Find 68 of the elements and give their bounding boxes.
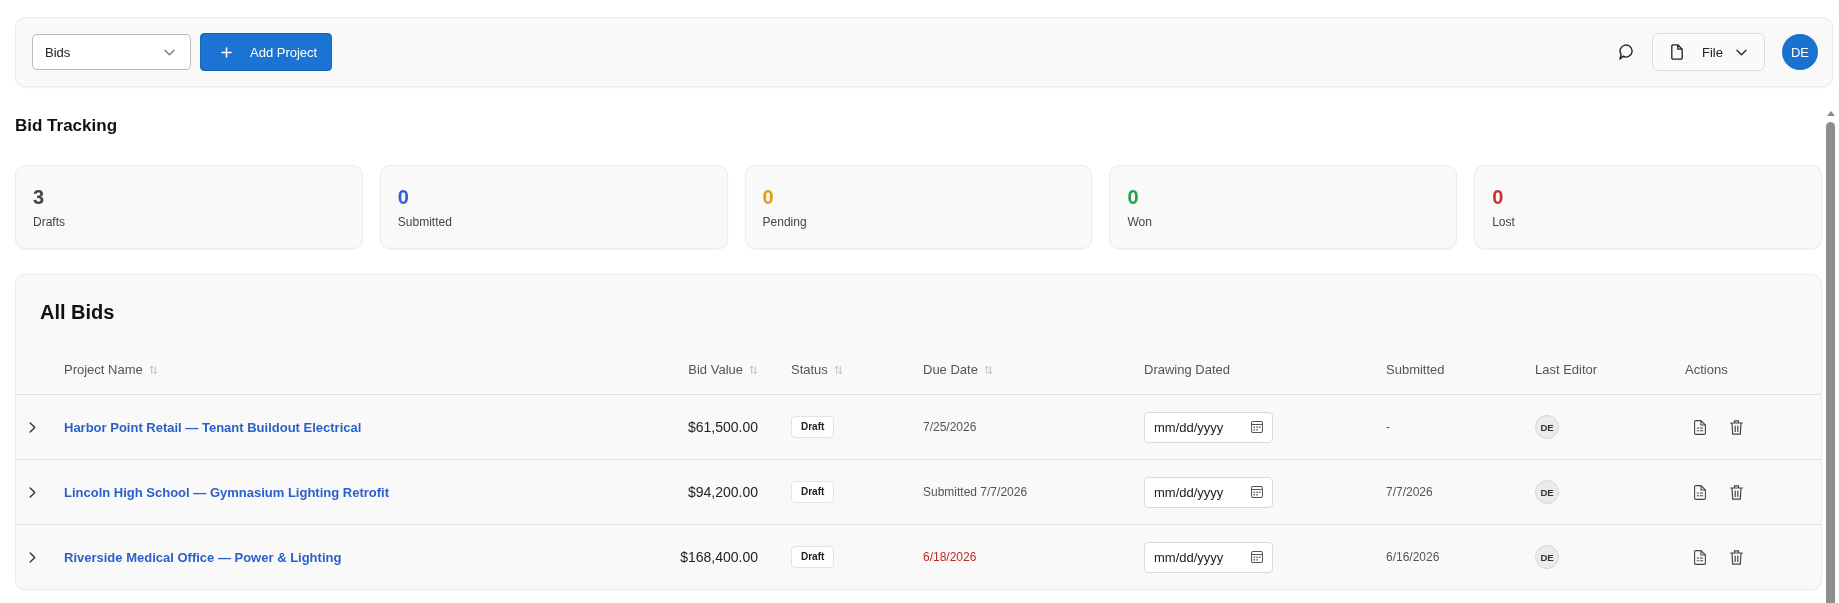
table-title: All Bids <box>40 300 115 325</box>
bid-value: $61,500.00 <box>687 419 758 435</box>
calendar-icon[interactable] <box>1251 421 1263 433</box>
due-date: 6/18/2026 <box>923 550 977 564</box>
editor-avatar: DE <box>1535 415 1559 439</box>
stat-value: 0 <box>397 185 409 209</box>
page-title: Bid Tracking <box>15 115 118 137</box>
column-header: Last Editor <box>1535 362 1598 377</box>
bid-value: $168,400.00 <box>680 549 758 565</box>
stat-label: Pending <box>762 214 807 230</box>
document-icon[interactable] <box>1694 484 1706 500</box>
sort-icon <box>148 364 158 375</box>
trash-icon[interactable] <box>1730 419 1743 435</box>
status-badge: Draft <box>791 416 835 438</box>
bid-value: $94,200.00 <box>687 484 758 500</box>
status-badge: Draft <box>791 481 835 503</box>
column-header[interactable]: Due Date <box>923 362 993 377</box>
scrollbar-thumb[interactable] <box>1826 122 1835 603</box>
project-link[interactable]: Lincoln High School — Gymnasium Lighting Retrofit <box>64 484 389 500</box>
trash-icon[interactable] <box>1730 484 1743 500</box>
stat-label: Submitted <box>397 214 452 230</box>
chevron-right-icon[interactable] <box>29 486 36 498</box>
column-header[interactable]: Project Name <box>64 362 158 377</box>
scroll-up-icon[interactable] <box>1826 111 1835 116</box>
editor-avatar: DE <box>1535 545 1559 569</box>
column-header[interactable]: Bid Value <box>688 362 758 377</box>
sort-icon <box>749 364 758 375</box>
column-header[interactable]: Status <box>791 362 843 377</box>
chevron-right-icon[interactable] <box>29 421 36 433</box>
column-header: Submitted <box>1386 362 1445 377</box>
project-link[interactable]: Harbor Point Retail — Tenant Buildout Electrical <box>64 419 362 435</box>
speech-bubble-icon[interactable] <box>1619 44 1633 60</box>
document-icon[interactable] <box>1694 549 1706 565</box>
stat-label: Won <box>1127 214 1152 230</box>
plus-icon <box>221 46 232 58</box>
calendar-icon[interactable] <box>1251 551 1263 563</box>
due-date: 7/25/2026 <box>923 420 977 434</box>
calendar-icon[interactable] <box>1251 486 1263 498</box>
column-header: Actions <box>1685 362 1728 377</box>
chevron-right-icon[interactable] <box>29 551 36 563</box>
stat-value: 0 <box>762 185 774 209</box>
editor-avatar: DE <box>1535 480 1559 504</box>
sort-icon <box>833 364 843 375</box>
date-field[interactable]: mm/dd/yyyy <box>1144 411 1273 443</box>
submitted-date: - <box>1386 420 1390 434</box>
chevron-down-icon <box>164 48 175 56</box>
due-date: Submitted 7/7/2026 <box>923 485 1028 499</box>
stat-value: 0 <box>1127 185 1139 209</box>
user-avatar[interactable]: DE <box>1782 34 1818 70</box>
column-header: Drawing Dated <box>1144 362 1230 377</box>
submitted-date: 6/16/2026 <box>1386 550 1440 564</box>
date-field[interactable]: mm/dd/yyyy <box>1144 541 1273 573</box>
stat-value: 3 <box>33 185 45 209</box>
file-menu-button[interactable]: File <box>1652 33 1765 71</box>
add-project-button[interactable]: Add Project <box>200 33 332 71</box>
chevron-down-icon <box>1735 48 1747 56</box>
project-link[interactable]: Riverside Medical Office — Power & Lighting <box>64 549 342 565</box>
submitted-date: 7/7/2026 <box>1386 485 1433 499</box>
stat-label: Drafts <box>33 214 65 230</box>
file-icon <box>1671 44 1683 60</box>
sort-icon <box>983 364 993 375</box>
date-field[interactable]: mm/dd/yyyy <box>1144 476 1273 508</box>
stat-value: 0 <box>1492 185 1504 209</box>
view-select[interactable]: Bids <box>32 34 191 70</box>
document-icon[interactable] <box>1694 419 1706 435</box>
stat-label: Lost <box>1492 214 1515 230</box>
trash-icon[interactable] <box>1730 549 1743 565</box>
status-badge: Draft <box>791 546 835 568</box>
